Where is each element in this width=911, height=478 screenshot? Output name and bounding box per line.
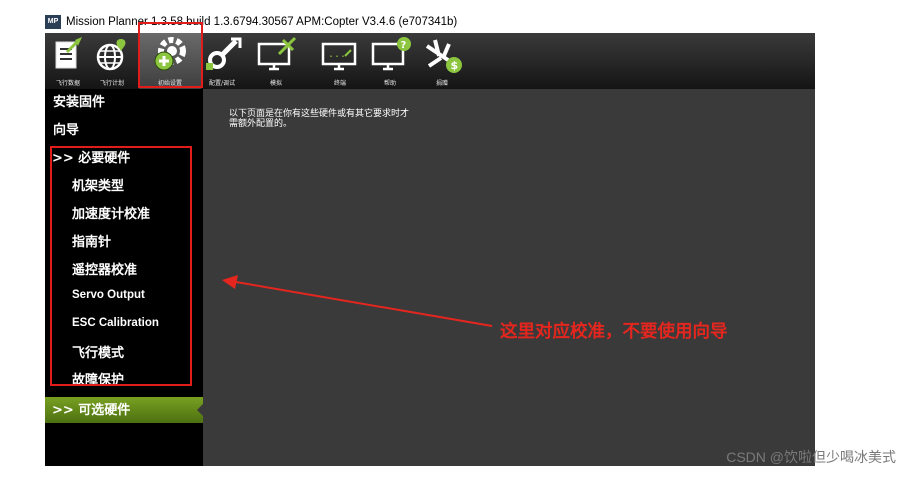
- annotation-note: 这里对应校准，不要使用向导: [500, 322, 728, 342]
- watermark: CSDN @饮啦但少喝冰美式: [726, 449, 896, 465]
- annotation-arrow: [222, 275, 493, 327]
